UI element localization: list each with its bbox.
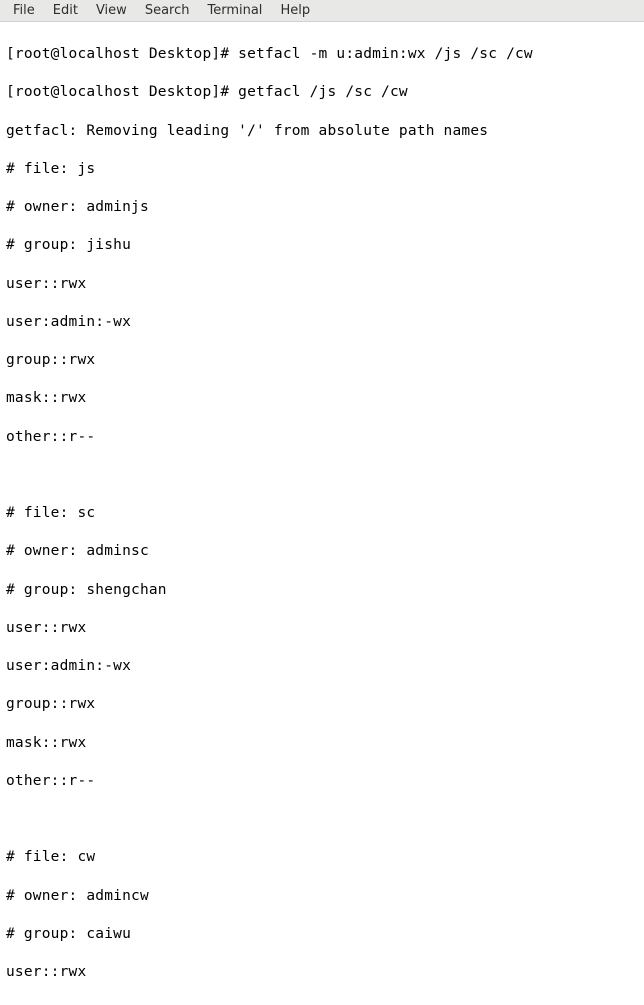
terminal-line: # file: js xyxy=(6,160,638,179)
terminal-line: user::rwx xyxy=(6,275,638,294)
terminal-line xyxy=(6,810,638,829)
terminal-line: [root@localhost Desktop]# getfacl /js /s… xyxy=(6,83,638,102)
menu-file[interactable]: File xyxy=(4,2,44,19)
menu-help[interactable]: Help xyxy=(271,2,319,19)
terminal-line: # owner: admincw xyxy=(6,887,638,906)
terminal-line: # group: shengchan xyxy=(6,581,638,600)
terminal-line: # file: cw xyxy=(6,848,638,867)
terminal-line: # file: sc xyxy=(6,504,638,523)
terminal-line xyxy=(6,466,638,485)
terminal-line: group::rwx xyxy=(6,695,638,714)
terminal-line: [root@localhost Desktop]# setfacl -m u:a… xyxy=(6,45,638,64)
terminal-line: # group: caiwu xyxy=(6,925,638,944)
menu-edit[interactable]: Edit xyxy=(44,2,87,19)
terminal-line: user::rwx xyxy=(6,963,638,982)
terminal-line: mask::rwx xyxy=(6,389,638,408)
terminal-output[interactable]: [root@localhost Desktop]# setfacl -m u:a… xyxy=(0,22,644,1005)
terminal-line: group::rwx xyxy=(6,351,638,370)
terminal-line: # group: jishu xyxy=(6,236,638,255)
terminal-line: mask::rwx xyxy=(6,734,638,753)
terminal-line: user::rwx xyxy=(6,619,638,638)
terminal-line: getfacl: Removing leading '/' from absol… xyxy=(6,122,638,141)
terminal-line: other::r-- xyxy=(6,772,638,791)
menu-view[interactable]: View xyxy=(87,2,136,19)
terminal-line: # owner: adminjs xyxy=(6,198,638,217)
terminal-line: user:admin:-wx xyxy=(6,313,638,332)
menubar: File Edit View Search Terminal Help xyxy=(0,0,644,22)
menu-terminal[interactable]: Terminal xyxy=(198,2,271,19)
terminal-line: user:admin:-wx xyxy=(6,657,638,676)
terminal-line: other::r-- xyxy=(6,428,638,447)
terminal-line: # owner: adminsc xyxy=(6,542,638,561)
menu-search[interactable]: Search xyxy=(136,2,199,19)
